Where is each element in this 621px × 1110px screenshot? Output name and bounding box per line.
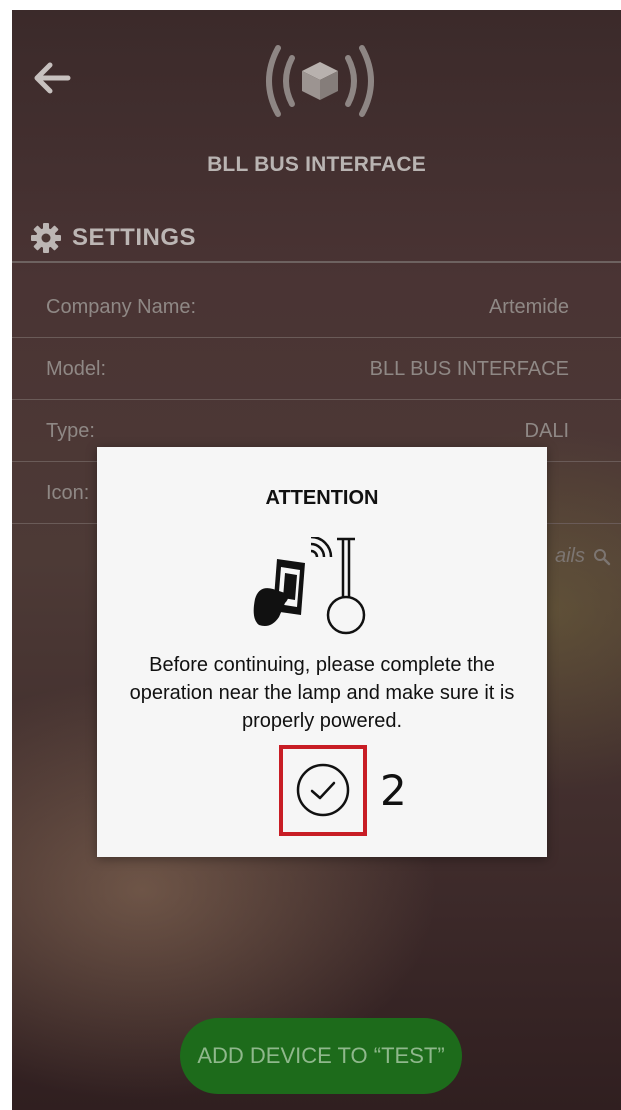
settings-label: SETTINGS [72, 224, 197, 251]
settings-section-header: SETTINGS [30, 218, 196, 258]
row-value: DALI [524, 420, 569, 442]
wireless-cube-icon [266, 45, 374, 117]
details-link-label: ails [554, 545, 585, 567]
row-value: BLL BUS INTERFACE [369, 358, 569, 380]
row-label: Type: [46, 420, 95, 442]
gear-icon [31, 223, 61, 253]
dialog-message: Before continuing, please complete the o… [129, 654, 515, 732]
check-circle-icon[interactable] [294, 761, 352, 819]
row-value: Artemide [488, 296, 569, 318]
screen-title: BLL BUS INTERFACE [207, 153, 426, 176]
arrow-left-icon[interactable] [28, 54, 76, 102]
phone-near-lamp-icon [253, 537, 366, 635]
settings-row-model: Model: BLL BUS INTERFACE [12, 338, 621, 400]
settings-divider [12, 261, 621, 263]
row-label: Model: [46, 358, 107, 380]
step-number-annotation: 2 [380, 766, 407, 815]
row-label: Company Name: [46, 296, 197, 318]
settings-row-company: Company Name: Artemide [12, 276, 621, 338]
details-link[interactable]: ails [555, 545, 611, 568]
dialog-title: ATTENTION [265, 487, 379, 509]
add-device-button[interactable]: ADD DEVICE TO “TEST” [180, 1018, 462, 1094]
search-icon [594, 548, 611, 565]
row-label: Icon: [46, 482, 90, 504]
confirm-highlight-box[interactable] [279, 745, 367, 836]
